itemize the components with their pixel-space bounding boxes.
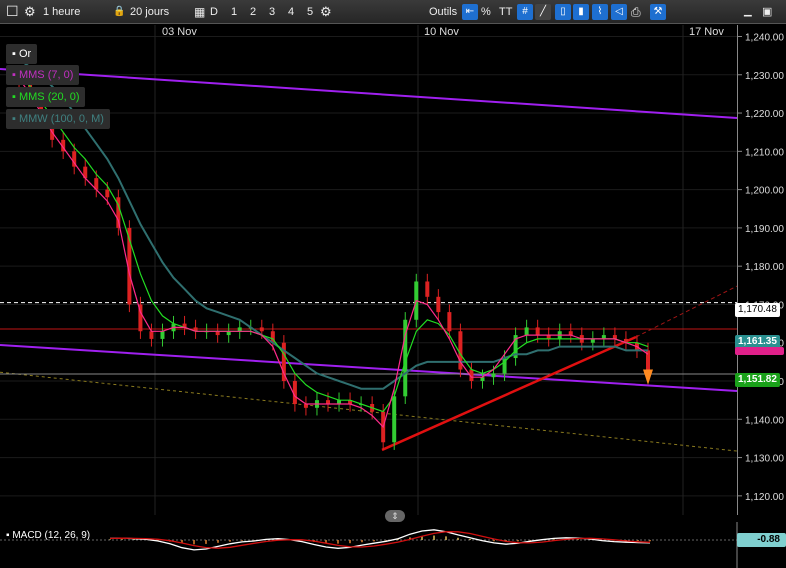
y-tick-label: 1,190.00 <box>745 224 784 235</box>
legend-sma20[interactable]: ▪ MMS (20, 0) <box>6 87 86 107</box>
y-tick-label: 1,200.00 <box>745 186 784 197</box>
collapse-icon[interactable]: ☐ <box>6 2 19 20</box>
y-tick-label: 1,180.00 <box>745 262 784 273</box>
range-btn-d[interactable]: D <box>210 3 218 21</box>
sma7-tag <box>735 347 784 355</box>
candle-body <box>436 296 441 313</box>
price-arrow-marker <box>643 369 653 385</box>
candle-body <box>105 189 110 198</box>
outils-label: Outils <box>429 6 458 18</box>
price-chart[interactable]: 03 Nov 10 Nov 17 Nov ▪ Or ▪ MMS (7, 0) ▪… <box>0 25 738 515</box>
maximize-icon[interactable]: ▣ <box>762 3 772 21</box>
range-btn-5[interactable]: 5 <box>307 3 313 21</box>
candle-body <box>447 312 452 332</box>
channel-bottom-line <box>0 344 738 392</box>
range-btn-3[interactable]: 3 <box>269 3 275 21</box>
y-tick-label: 1,120.00 <box>745 492 784 503</box>
percent-button[interactable]: % <box>481 3 491 21</box>
bar-chart-icon[interactable]: ▮ <box>573 4 589 20</box>
y-tick-label: 1,210.00 <box>745 147 784 158</box>
crosshair-icon[interactable]: ⇤ <box>462 4 478 20</box>
candle-body <box>524 327 529 336</box>
channel-top-line <box>0 68 738 120</box>
y-tick-label: 1,130.00 <box>745 454 784 465</box>
price-axis-svg: 1,240.00 1,230.00 1,220.00 1,210.00 1,200.00… <box>738 32 784 503</box>
legend-smw100-label: MMW (100, 0, M) <box>18 113 104 125</box>
grid <box>0 35 737 497</box>
range-btn-1[interactable]: 1 <box>231 3 237 21</box>
price-axis[interactable]: 1,240.00 1,230.00 1,220.00 1,210.00 1,200.00… <box>735 25 786 515</box>
candle-body <box>149 331 154 339</box>
macd-chart-svg <box>0 522 738 568</box>
print-icon[interactable]: ⎙ <box>631 3 641 21</box>
bullet-icon: ▪ <box>12 91 16 103</box>
macd-value-tag: -0.88 <box>737 533 786 547</box>
range-btn-2[interactable]: 2 <box>250 3 256 21</box>
x-tick-label: 03 Nov <box>162 26 197 38</box>
range-selector[interactable]: 20 jours <box>130 3 169 21</box>
y-tick-label: 1,220.00 <box>745 109 784 120</box>
legend-sma7-label: MMS (7, 0) <box>18 69 74 81</box>
legend-sma20-label: MMS (20, 0) <box>18 91 80 103</box>
candle-body <box>535 327 540 336</box>
grid-icon[interactable]: # <box>517 4 533 20</box>
minimize-icon[interactable]: ▁ <box>744 3 752 21</box>
candle-body <box>237 327 242 332</box>
bullet-icon: ▪ <box>12 69 16 81</box>
x-tick-label: 17 Nov <box>689 26 724 38</box>
wrench-icon[interactable]: ⚒ <box>650 4 666 20</box>
settings-icon[interactable]: ⚙ <box>320 3 332 21</box>
draw-line-icon[interactable]: ╱ <box>535 4 551 20</box>
bullet-icon: ▪ <box>12 113 16 125</box>
candle-body <box>160 331 165 339</box>
text-size-button[interactable]: TT <box>499 3 512 21</box>
line-chart-icon[interactable]: ⌇ <box>592 4 608 20</box>
macd-label: MACD (12, 26, 9) <box>12 530 91 541</box>
dashed-level-tag: 1,170.48 <box>735 303 780 317</box>
gear-icon[interactable]: ⚙ <box>24 3 36 21</box>
candle-body <box>491 373 496 378</box>
legend-smw100[interactable]: ▪ MMW (100, 0, M) <box>6 109 110 129</box>
trendline <box>381 335 637 452</box>
range-btn-4[interactable]: 4 <box>288 3 294 21</box>
candle-body <box>259 327 264 332</box>
y-tick-label: 1,140.00 <box>745 415 784 426</box>
label-icon[interactable]: ◁ <box>611 4 627 20</box>
lock-icon: 🔒 <box>113 6 126 17</box>
candle-body <box>425 281 430 297</box>
macd-pane[interactable]: ▪ MACD (12, 26, 9) -0.88 <box>0 522 786 568</box>
pane-resize-handle[interactable]: ⇕ <box>385 510 405 522</box>
x-tick-label: 10 Nov <box>424 26 459 38</box>
legend-instrument-label: Or <box>18 48 32 60</box>
last-price-tag: 1,151.82 <box>735 373 780 387</box>
y-tick-label: 1,230.00 <box>745 71 784 82</box>
candle-body <box>392 396 397 443</box>
timeframe-selector[interactable]: 1 heure <box>43 3 80 21</box>
legend-sma7[interactable]: ▪ MMS (7, 0) <box>6 65 80 85</box>
toolbar: ☐ ⚙ 1 heure 🔒 20 jours ▦ D 1 2 3 4 5 ⚙ O… <box>0 0 786 24</box>
y-tick-label: 1,240.00 <box>745 32 784 43</box>
candlestick-icon[interactable]: ▯ <box>555 4 571 20</box>
calendar-icon[interactable]: ▦ <box>194 3 205 21</box>
macd-legend: ▪ MACD (12, 26, 9) <box>6 530 90 541</box>
bullet-icon: ▪ <box>6 530 10 541</box>
price-chart-svg: 03 Nov 10 Nov 17 Nov <box>0 25 738 515</box>
bullet-icon: ▪ <box>12 48 16 60</box>
legend-instrument[interactable]: ▪ Or <box>6 44 38 64</box>
